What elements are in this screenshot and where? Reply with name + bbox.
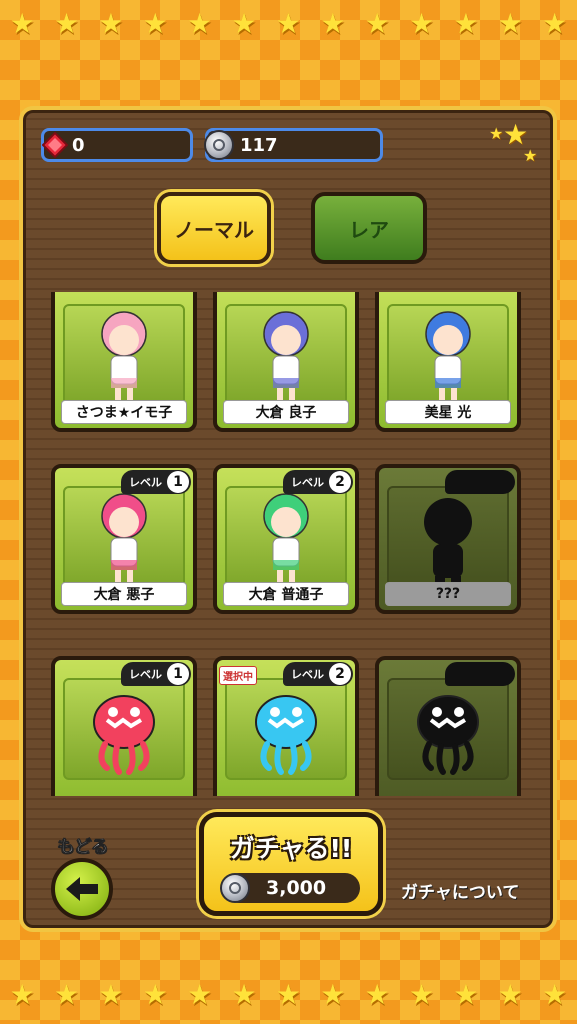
level-badge: レベル 2	[283, 662, 353, 686]
coin-count: 117	[240, 134, 278, 156]
star-icon: ★	[98, 7, 124, 40]
star-icon: ★	[187, 7, 213, 40]
star-icon: ★	[364, 978, 390, 1011]
character-card[interactable]: レベル 1 大倉 悪子	[51, 464, 197, 614]
level-badge: レベル 2	[283, 470, 353, 494]
star-icon: ★	[142, 7, 168, 40]
gacha-panel: ★ ★ ★ 0 117 ノーマル レア さつま★イモ子 大倉 良子 美星 光レベル 1…	[19, 106, 557, 932]
gem-counter: 0	[41, 128, 193, 162]
star-icon: ★	[320, 978, 346, 1011]
star-icon: ★	[187, 978, 213, 1011]
star-icon: ★	[320, 7, 346, 40]
character-card[interactable]: さつま★イモ子	[51, 292, 197, 432]
star-icon: ★	[409, 7, 435, 40]
about-gacha-link[interactable]: ガチャについて	[401, 878, 519, 903]
silver-coin-icon	[204, 130, 234, 160]
silver-coin-icon	[220, 873, 250, 903]
star-icon: ★	[497, 7, 523, 40]
character-name: 大倉 悪子	[61, 582, 187, 606]
star-icon: ★	[364, 7, 390, 40]
back-button[interactable]: もどる	[45, 832, 121, 920]
corner-stars-icon: ★ ★ ★	[489, 118, 538, 165]
star-icon: ★	[98, 978, 124, 1011]
locked-character-card[interactable]	[375, 656, 521, 796]
back-label: もどる	[57, 837, 109, 858]
character-card[interactable]: 美星 光	[375, 292, 521, 432]
star-icon: ★	[497, 978, 523, 1011]
character-name: 大倉 良子	[223, 400, 349, 424]
star-icon: ★	[542, 978, 568, 1011]
star-icon: ★	[9, 978, 35, 1011]
character-card[interactable]: レベル 2 大倉 普通子	[213, 464, 359, 614]
level-number: 2	[329, 471, 351, 493]
level-number: 1	[167, 663, 189, 685]
coin-counter: 117	[204, 128, 383, 162]
star-icon: ★	[54, 978, 80, 1011]
character-card[interactable]: レベル 1	[51, 656, 197, 796]
star-icon: ★	[9, 7, 35, 40]
gacha-cost-value: 3,000	[266, 877, 327, 899]
star-icon: ★	[453, 978, 479, 1011]
level-number: 1	[167, 471, 189, 493]
selected-tag: 選択中	[217, 666, 257, 688]
level-prefix: レベル	[291, 476, 324, 489]
level-prefix: レベル	[291, 668, 324, 681]
level-badge: レベル 1	[121, 470, 191, 494]
star-icon: ★	[275, 7, 301, 40]
gacha-cost: 3,000	[220, 873, 360, 903]
tab-rare[interactable]: レア	[311, 192, 427, 264]
gem-count: 0	[72, 134, 85, 156]
selected-tag-label: 選択中	[219, 666, 257, 685]
star-icon: ★	[542, 7, 568, 40]
character-card[interactable]: レベル 2 選択中	[213, 656, 359, 796]
character-name: さつま★イモ子	[61, 400, 187, 424]
character-grid[interactable]: さつま★イモ子 大倉 良子 美星 光レベル 1 大倉 悪子 レベル 2 大倉 普通子??? レベ…	[51, 292, 529, 796]
level-badge	[445, 470, 515, 494]
gacha-label: ガチャる!!	[229, 834, 353, 863]
character-name: 美星 光	[385, 400, 511, 424]
star-icon: ★	[409, 978, 435, 1011]
bottom-star-border: ★ ★ ★ ★ ★ ★ ★ ★ ★ ★ ★ ★ ★	[0, 975, 577, 1015]
tab-normal[interactable]: ノーマル	[157, 192, 271, 264]
level-badge	[445, 662, 515, 686]
level-number: 2	[329, 663, 351, 685]
locked-character-card[interactable]: ???	[375, 464, 521, 614]
star-icon: ★	[142, 978, 168, 1011]
left-arrow-icon	[51, 858, 113, 920]
star-icon: ★	[231, 978, 257, 1011]
character-card[interactable]: 大倉 良子	[213, 292, 359, 432]
red-gem-icon	[42, 132, 68, 158]
level-prefix: レベル	[129, 476, 162, 489]
gacha-button[interactable]: ガチャる!! 3,000	[199, 812, 383, 916]
top-star-border: ★ ★ ★ ★ ★ ★ ★ ★ ★ ★ ★ ★ ★	[0, 4, 577, 44]
star-icon: ★	[54, 7, 80, 40]
star-icon: ★	[231, 7, 257, 40]
level-prefix: レベル	[129, 668, 162, 681]
character-name: 大倉 普通子	[223, 582, 349, 606]
star-icon: ★	[275, 978, 301, 1011]
star-icon: ★	[453, 7, 479, 40]
level-badge: レベル 1	[121, 662, 191, 686]
character-name: ???	[385, 582, 511, 606]
